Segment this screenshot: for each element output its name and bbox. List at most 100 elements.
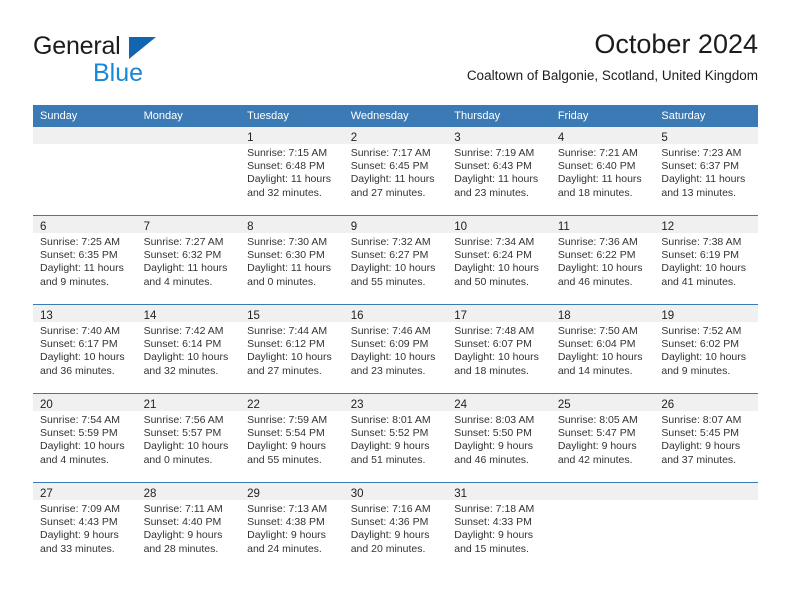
calendar-day-cell[interactable]: 5 Sunrise: 7:23 AM Sunset: 6:37 PM Daylight…	[654, 127, 758, 216]
daylight-text-line2: and 0 minutes.	[143, 453, 213, 466]
calendar-day-cell[interactable]	[136, 127, 241, 216]
calendar-day-cell[interactable]: 26 Sunrise: 8:07 AM Sunset: 5:45 PM Dayligh…	[654, 393, 758, 483]
calendar-day-cell[interactable]: 21 Sunrise: 7:56 AM Sunset: 5:57 PM Dayligh…	[136, 393, 241, 483]
daylight-text-line2: and 4 minutes.	[40, 453, 109, 466]
day-number: 30	[350, 488, 364, 500]
weekday-header-wednesday: Wednesday	[343, 105, 448, 127]
sunrise-text: Sunrise: 7:52 AM	[661, 325, 742, 337]
calendar-day-cell[interactable]: 22 Sunrise: 7:59 AM Sunset: 5:54 PM Dayligh…	[240, 393, 344, 483]
day-cell-details: Sunrise: 7:48 AM Sunset: 6:07 PM Daylight:…	[447, 322, 551, 378]
sunset-text: Sunset: 6:48 PM	[247, 160, 325, 173]
page-title: October 2024	[594, 29, 758, 59]
calendar-day-cell[interactable]: 3 Sunrise: 7:19 AM Sunset: 6:43 PM Daylight…	[447, 127, 551, 216]
daylight-text-line1: Daylight: 11 hours	[247, 262, 331, 275]
calendar-day-cell[interactable]: 20 Sunrise: 7:54 AM Sunset: 5:59 PM Dayligh…	[33, 393, 137, 483]
calendar-day-cell[interactable]: 4 Sunrise: 7:21 AM Sunset: 6:40 PM Daylight…	[550, 127, 655, 216]
daylight-text-line2: and 4 minutes.	[143, 275, 213, 288]
day-number-band	[33, 127, 137, 144]
sunrise-text: Sunrise: 7:36 AM	[557, 236, 638, 248]
day-cell-content	[33, 127, 137, 215]
day-number: 1	[247, 132, 254, 144]
daylight-text-line1: Daylight: 10 hours	[40, 351, 125, 364]
calendar-day-cell[interactable]: 10 Sunrise: 7:34 AM Sunset: 6:24 PM Dayligh…	[447, 215, 551, 305]
day-cell-details: Sunrise: 7:52 AM Sunset: 6:02 PM Daylight:…	[654, 322, 758, 378]
day-cell-content: 21 Sunrise: 7:56 AM Sunset: 5:57 PM Dayligh…	[136, 394, 241, 482]
day-number-band: 24	[447, 394, 551, 411]
sunset-text: Sunset: 6:02 PM	[661, 338, 740, 351]
sunrise-text: Sunrise: 7:16 AM	[350, 503, 431, 515]
day-cell-details: Sunrise: 7:56 AM Sunset: 5:57 PM Daylight:…	[137, 411, 241, 467]
sunset-text: Sunset: 6:09 PM	[350, 338, 429, 351]
brand-name-bottom: Blue	[93, 59, 144, 87]
daylight-text-line1: Daylight: 10 hours	[454, 351, 539, 364]
daylight-text-line2: and 23 minutes.	[454, 186, 529, 199]
calendar-day-cell[interactable]: 25 Sunrise: 8:05 AM Sunset: 5:47 PM Dayligh…	[550, 393, 655, 483]
day-number-band: 19	[654, 305, 758, 322]
sunset-text: Sunset: 5:59 PM	[40, 427, 118, 440]
calendar-day-cell[interactable]: 2 Sunrise: 7:17 AM Sunset: 6:45 PM Daylight…	[343, 127, 448, 216]
daylight-text-line2: and 55 minutes.	[247, 453, 322, 466]
sunrise-text: Sunrise: 7:17 AM	[350, 147, 431, 159]
sunrise-text: Sunrise: 7:40 AM	[40, 325, 120, 337]
calendar-day-cell[interactable]: 27 Sunrise: 7:09 AM Sunset: 4:43 PM Dayligh…	[33, 483, 137, 572]
calendar-day-cell[interactable]: 8 Sunrise: 7:30 AM Sunset: 6:30 PM Daylight…	[240, 215, 344, 305]
sunset-text: Sunset: 6:27 PM	[350, 249, 429, 262]
day-cell-details: Sunrise: 7:54 AM Sunset: 5:59 PM Daylight:…	[33, 411, 137, 467]
day-cell-details	[33, 144, 137, 147]
day-number: 10	[454, 221, 468, 233]
calendar-day-cell[interactable]: 16 Sunrise: 7:46 AM Sunset: 6:09 PM Dayligh…	[343, 304, 448, 394]
day-cell-details: Sunrise: 8:05 AM Sunset: 5:47 PM Daylight:…	[551, 411, 655, 467]
calendar-day-cell[interactable]	[33, 127, 137, 216]
calendar-day-cell[interactable]: 11 Sunrise: 7:36 AM Sunset: 6:22 PM Dayligh…	[550, 215, 655, 305]
daylight-text-line2: and 51 minutes.	[350, 453, 426, 466]
day-number-band: 25	[550, 394, 655, 411]
calendar-day-cell[interactable]: 19 Sunrise: 7:52 AM Sunset: 6:02 PM Dayligh…	[654, 304, 758, 394]
calendar-day-cell[interactable]: 29 Sunrise: 7:13 AM Sunset: 4:38 PM Dayligh…	[240, 483, 344, 572]
day-cell-content: 31 Sunrise: 7:18 AM Sunset: 4:33 PM Dayligh…	[447, 483, 551, 571]
calendar-day-cell[interactable]: 7 Sunrise: 7:27 AM Sunset: 6:32 PM Daylight…	[136, 215, 241, 305]
daylight-text-line2: and 36 minutes.	[40, 364, 115, 377]
day-cell-details: Sunrise: 7:23 AM Sunset: 6:37 PM Daylight:…	[654, 144, 758, 200]
calendar-day-cell[interactable]: 9 Sunrise: 7:32 AM Sunset: 6:27 PM Daylight…	[343, 215, 448, 305]
calendar-day-cell[interactable]: 14 Sunrise: 7:42 AM Sunset: 6:14 PM Dayligh…	[136, 304, 241, 394]
day-cell-details: Sunrise: 7:38 AM Sunset: 6:19 PM Daylight:…	[654, 233, 758, 289]
calendar-week-row: 13 Sunrise: 7:40 AM Sunset: 6:17 PM Dayligh…	[33, 304, 758, 394]
day-number-band	[136, 127, 241, 144]
daylight-text-line2: and 46 minutes.	[557, 275, 633, 288]
day-number: 8	[247, 221, 254, 233]
daylight-text-line1: Daylight: 10 hours	[143, 440, 229, 453]
daylight-text-line2: and 50 minutes.	[454, 275, 529, 288]
day-number-band: 30	[343, 483, 448, 500]
day-cell-content: 13 Sunrise: 7:40 AM Sunset: 6:17 PM Dayligh…	[33, 305, 137, 393]
calendar-day-cell[interactable]: 23 Sunrise: 8:01 AM Sunset: 5:52 PM Dayligh…	[343, 393, 448, 483]
sunset-text: Sunset: 5:52 PM	[350, 427, 429, 440]
calendar-day-cell[interactable]: 15 Sunrise: 7:44 AM Sunset: 6:12 PM Dayligh…	[240, 304, 344, 394]
calendar-day-cell[interactable]: 13 Sunrise: 7:40 AM Sunset: 6:17 PM Dayligh…	[33, 304, 137, 394]
day-number: 16	[350, 310, 364, 322]
calendar-day-cell[interactable]	[654, 483, 758, 572]
calendar-day-cell[interactable]: 12 Sunrise: 7:38 AM Sunset: 6:19 PM Dayligh…	[654, 215, 758, 305]
sunrise-text: Sunrise: 8:01 AM	[350, 414, 431, 426]
daylight-text-line1: Daylight: 10 hours	[40, 440, 125, 453]
sunset-text: Sunset: 6:24 PM	[454, 249, 532, 262]
day-cell-content: 20 Sunrise: 7:54 AM Sunset: 5:59 PM Dayligh…	[33, 394, 137, 482]
daylight-text-line1: Daylight: 9 hours	[454, 440, 534, 453]
calendar-day-cell[interactable]: 30 Sunrise: 7:16 AM Sunset: 4:36 PM Dayligh…	[343, 483, 448, 572]
sunset-text: Sunset: 5:50 PM	[454, 427, 532, 440]
sunset-text: Sunset: 6:07 PM	[454, 338, 532, 351]
calendar-week-row: 6 Sunrise: 7:25 AM Sunset: 6:35 PM Daylight…	[33, 215, 758, 305]
calendar-day-cell[interactable]: 17 Sunrise: 7:48 AM Sunset: 6:07 PM Dayligh…	[447, 304, 551, 394]
daylight-text-line2: and 24 minutes.	[247, 542, 322, 555]
sunset-text: Sunset: 6:22 PM	[557, 249, 636, 262]
calendar-day-cell[interactable]: 28 Sunrise: 7:11 AM Sunset: 4:40 PM Dayligh…	[136, 483, 241, 572]
calendar-day-cell[interactable]: 1 Sunrise: 7:15 AM Sunset: 6:48 PM Daylight…	[240, 127, 344, 216]
day-number: 5	[661, 132, 668, 144]
day-cell-details: Sunrise: 7:25 AM Sunset: 6:35 PM Daylight:…	[33, 233, 137, 289]
brand-logo[interactable]: General Blue	[33, 32, 253, 88]
calendar-day-cell[interactable]: 31 Sunrise: 7:18 AM Sunset: 4:33 PM Dayligh…	[447, 483, 551, 572]
calendar-day-cell[interactable]: 18 Sunrise: 7:50 AM Sunset: 6:04 PM Dayligh…	[550, 304, 655, 394]
calendar-day-cell[interactable]: 6 Sunrise: 7:25 AM Sunset: 6:35 PM Daylight…	[33, 215, 137, 305]
calendar-day-cell[interactable]	[550, 483, 655, 572]
calendar-header-row-group: Sunday Monday Tuesday Wednesday Thursday…	[33, 105, 758, 127]
calendar-day-cell[interactable]: 24 Sunrise: 8:03 AM Sunset: 5:50 PM Dayligh…	[447, 393, 551, 483]
